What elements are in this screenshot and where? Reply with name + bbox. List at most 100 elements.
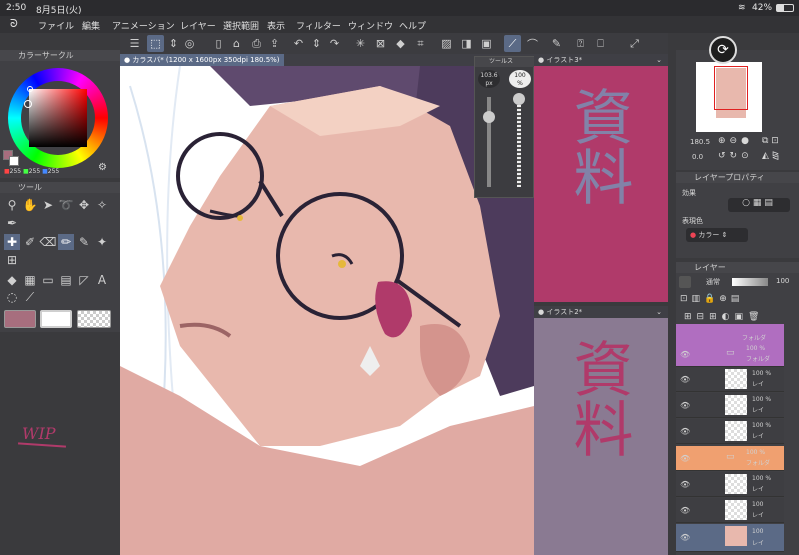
frame-tool-icon[interactable]: ▤ [58, 272, 74, 288]
canvas-tab[interactable]: ● カラスバ* (1200 x 1600px 350dpi 180.5%) [120, 54, 284, 66]
blend-tool-icon[interactable]: ✦ [94, 234, 110, 250]
layer-row[interactable]: 👁 100 % レイ [676, 472, 784, 497]
lasso-tool-icon[interactable]: ➰ [58, 197, 74, 213]
app-logo-icon[interactable]: ᘐ [10, 17, 18, 31]
menu-view[interactable]: 表示 [267, 19, 285, 32]
opacity-slider[interactable] [517, 97, 521, 187]
sub-view-1-tab[interactable]: ● イラスト3* ⌄ [534, 54, 668, 66]
menu-window[interactable]: ウィンドウ [348, 19, 393, 32]
brush-size-readout[interactable]: 103.6 px [478, 70, 500, 88]
layer-opacity[interactable]: 100 [776, 277, 789, 285]
loading-icon[interactable]: ✳ [352, 35, 369, 52]
visibility-icon: 👁 [680, 454, 691, 463]
size-slider-knob[interactable] [483, 111, 495, 123]
hue-cursor[interactable] [24, 100, 32, 108]
guide-icon[interactable]: ⍰ [572, 35, 589, 52]
transparent-color-chip[interactable] [77, 310, 111, 328]
layer-row[interactable]: 👁 100 レイ [676, 498, 784, 523]
layer-select-icon[interactable]: ⬚ [147, 35, 164, 52]
layer-row-selected[interactable]: 👁 100 レイ [676, 524, 784, 552]
menu-help[interactable]: ヘルプ [399, 19, 426, 32]
rotate-controls[interactable]: ↺↻⊙ [718, 151, 753, 161]
menu-file[interactable]: ファイル [38, 19, 74, 32]
magic-wand-icon[interactable]: ✧ [94, 197, 110, 213]
color-cursor[interactable] [27, 86, 33, 92]
grid-tool-icon[interactable]: ⊞ [4, 252, 20, 268]
cloud-icon[interactable]: ⎕ [592, 35, 609, 52]
flip-icon[interactable]: ◭ ⧎ [762, 151, 779, 161]
open-file-icon[interactable]: ⌂ [228, 35, 245, 52]
deselect-icon[interactable]: ◨ [458, 35, 475, 52]
clear-icon[interactable]: ⊠ [372, 35, 389, 52]
undo-icon[interactable]: ↶ [290, 35, 307, 52]
balloon-tool-icon[interactable]: ◌ [4, 289, 20, 305]
gradient-tool-icon[interactable]: ▦ [22, 272, 38, 288]
layer-row[interactable]: 👁 100 % レイ [676, 393, 784, 418]
layer-action-row[interactable]: ⊞⊟⊞◐▣🗑 [684, 312, 764, 322]
zoom-controls[interactable]: ⊕⊖● [718, 136, 753, 146]
canvas-area[interactable] [120, 66, 534, 555]
stabilizer-icon[interactable]: ⌒ [524, 35, 541, 52]
invert-selection-icon[interactable]: ▣ [478, 35, 495, 52]
toggle-icon[interactable]: ⇕ [165, 35, 182, 52]
sub-view-icon[interactable]: ◎ [181, 35, 198, 52]
main-color-chip[interactable] [4, 310, 36, 328]
fit-screen-icon[interactable]: ⤢ [626, 35, 643, 52]
menu-icon[interactable]: ☰ [126, 35, 143, 52]
angle-readout: 0.0 [692, 153, 704, 161]
layer-row[interactable]: 👁 100 % レイ [676, 419, 784, 444]
redo-icon[interactable]: ↷ [326, 35, 343, 52]
pencil-tool-icon[interactable]: ✏ [58, 234, 74, 250]
new-file-icon[interactable]: ▯ [210, 35, 227, 52]
fill-icon[interactable]: ◆ [392, 35, 409, 52]
navigator-preview[interactable] [696, 62, 762, 132]
fill-tool-icon[interactable]: ◆ [4, 272, 20, 288]
ruler-tool-icon[interactable]: ◸ [76, 272, 92, 288]
opacity-bar[interactable] [732, 278, 768, 286]
history-icon[interactable]: ⇕ [308, 35, 325, 52]
menu-edit[interactable]: 編集 [82, 19, 100, 32]
menu-filter[interactable]: フィルター [296, 19, 341, 32]
layer-row[interactable]: 👁 100 % レイ [676, 367, 784, 392]
sub-color-chip[interactable] [40, 310, 72, 328]
fit-icon[interactable]: ⧉ ⊡ [762, 136, 779, 146]
crop-icon[interactable]: ⌗ [412, 35, 429, 52]
effect-buttons[interactable]: ○▦▤ [728, 198, 790, 212]
hand-tool-icon[interactable]: ✋ [22, 197, 38, 213]
menu-layer[interactable]: レイヤー [180, 19, 216, 32]
select-tool-icon[interactable]: ➤ [40, 197, 56, 213]
eyedropper-icon[interactable]: ✒ [4, 215, 20, 231]
menu-animation[interactable]: アニメーション [112, 19, 175, 32]
sub-color-swatch[interactable] [9, 156, 19, 166]
layer-tool-row[interactable]: ⊡▥🔒⊕▤ [680, 294, 743, 304]
ruler-snap-icon[interactable]: ⟋ [504, 35, 521, 52]
sub-view-1[interactable]: 資料 [534, 66, 668, 302]
airbrush-tool-icon[interactable]: ✎ [76, 234, 92, 250]
layer-row[interactable]: 👁 ▭ 100 % フォルダ [676, 342, 784, 367]
move-tool-icon[interactable]: ✥ [76, 197, 92, 213]
blend-mode-select[interactable]: 通常 [706, 277, 720, 287]
eraser-tool-icon[interactable]: ⌫ [40, 234, 57, 250]
opacity-slider-knob[interactable] [513, 93, 525, 105]
select-all-icon[interactable]: ▨ [438, 35, 455, 52]
expression-color-select[interactable]: ● カラー ⇕ [686, 228, 748, 242]
brush-mode-icon[interactable]: ✚ [4, 234, 20, 250]
save-icon[interactable]: ⎙ [248, 35, 265, 52]
layer-mode-icon[interactable] [679, 276, 691, 288]
sub-view-2[interactable]: 資料 [534, 318, 668, 555]
zoom-tool-icon[interactable]: ⚲ [4, 197, 20, 213]
pen-pressure-icon[interactable]: ✎ [548, 35, 565, 52]
figure-tool-icon[interactable]: ▭ [40, 272, 56, 288]
export-icon[interactable]: ⇪ [266, 35, 283, 52]
saturation-square[interactable] [29, 89, 87, 147]
pen-tool-icon[interactable]: ✐ [22, 234, 38, 250]
sub-view-2-tab[interactable]: ● イラスト2* ⌄ [534, 306, 668, 318]
correct-line-icon[interactable]: ⟋ [22, 289, 38, 305]
rotate-handle-icon[interactable]: ⟳ [709, 36, 737, 64]
menu-selection[interactable]: 選択範囲 [223, 19, 259, 32]
text-tool-icon[interactable]: A [94, 272, 110, 288]
opacity-readout[interactable]: 100% [509, 70, 531, 88]
hue-ring[interactable] [8, 68, 108, 168]
color-settings-icon[interactable]: ⚙ [98, 162, 107, 173]
layer-row[interactable]: 👁 ▭ 100 % フォルダ [676, 446, 784, 471]
